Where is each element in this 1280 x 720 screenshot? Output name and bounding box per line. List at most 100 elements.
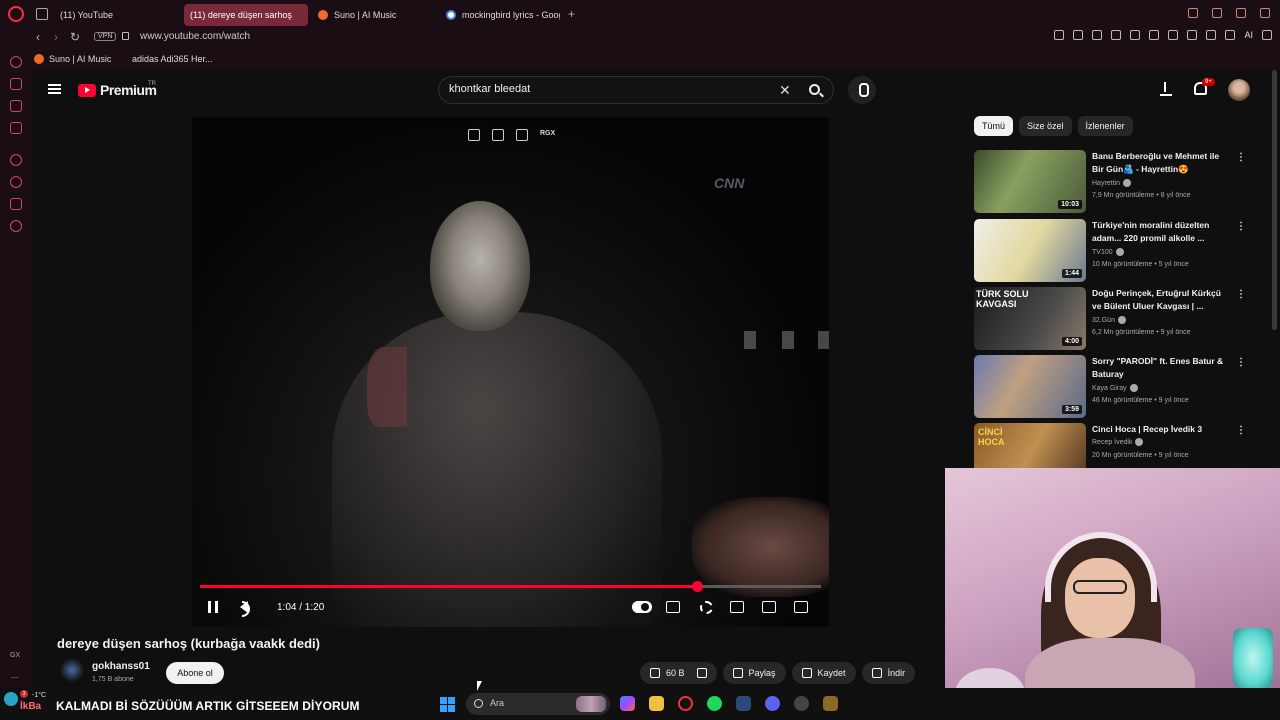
bookmark-suno[interactable]: Suno | AI Music: [34, 54, 111, 64]
shield-icon[interactable]: [1092, 30, 1103, 40]
rec-channel[interactable]: Hayrettin: [1092, 179, 1132, 187]
clear-search-icon[interactable]: ✕: [779, 82, 791, 99]
chip-all[interactable]: Tümü: [974, 116, 1014, 136]
rec-title[interactable]: Cinci Hoca | Recep İvedik 3: [1092, 423, 1230, 436]
tab-google[interactable]: mockingbird lyrics - Google: [440, 4, 560, 26]
fullscreen-icon[interactable]: [794, 601, 808, 613]
like-button[interactable]: 60 B: [640, 662, 717, 684]
bookmark-adidas[interactable]: adidas Adi365 Her...: [132, 54, 213, 64]
ai-button[interactable]: AI: [1244, 30, 1253, 40]
video-player[interactable]: CNN RGX 1:04 / 1:20: [192, 117, 829, 627]
taskbar-search[interactable]: Ara: [466, 693, 610, 715]
list-item[interactable]: 3:59 Sorry "PARODİ" ft. Enes Batur & Bat…: [974, 355, 1274, 419]
history-icon[interactable]: [10, 56, 22, 68]
more-icon[interactable]: ...: [11, 670, 19, 680]
rec-channel[interactable]: 32.Gün: [1092, 316, 1126, 324]
more-options-icon[interactable]: ⋮: [1236, 152, 1246, 163]
extension-icon[interactable]: [1149, 30, 1160, 40]
close-icon[interactable]: [1260, 8, 1270, 18]
back-icon[interactable]: ‹: [36, 30, 40, 44]
rec-channel[interactable]: Recep İvedik: [1092, 438, 1144, 446]
search-tabs-icon[interactable]: [1188, 8, 1198, 18]
progress-scrubber[interactable]: [691, 581, 703, 592]
rgx-button[interactable]: RGX: [540, 130, 555, 137]
search-icon[interactable]: [809, 84, 820, 95]
rec-title[interactable]: Banu Berberoğlu ve Mehmet ile Bir Gün🫂 -…: [1092, 150, 1230, 176]
tab-youtube[interactable]: (11) YouTube: [54, 4, 178, 26]
menu-icon[interactable]: [48, 84, 61, 94]
player-icon[interactable]: [10, 154, 22, 166]
list-item[interactable]: TÜRK SOLU KAVGASI 4:00 Doğu Perinçek, Er…: [974, 287, 1274, 351]
league-icon[interactable]: [823, 696, 838, 711]
copilot-icon[interactable]: [620, 696, 635, 711]
app-icon[interactable]: [794, 696, 809, 711]
create-icon[interactable]: [1160, 82, 1172, 96]
rec-channel[interactable]: Kaya Giray: [1092, 384, 1138, 392]
video-thumbnail[interactable]: 1:44: [974, 219, 1086, 282]
youtube-logo[interactable]: Premium: [78, 82, 157, 98]
pause-icon[interactable]: [208, 601, 218, 613]
vpn-badge[interactable]: VPN: [94, 32, 117, 41]
settings-icon[interactable]: [700, 601, 713, 614]
opera-gx-icon[interactable]: [678, 696, 693, 711]
tab-current-video[interactable]: (11) dereye düşen sarhoş: [184, 4, 308, 26]
download-icon[interactable]: [1225, 30, 1236, 40]
gx-label[interactable]: GX: [10, 652, 20, 659]
maximize-icon[interactable]: [1236, 8, 1246, 18]
thumbs-down-icon[interactable]: [696, 668, 707, 678]
next-icon[interactable]: [516, 129, 528, 141]
cast-icon[interactable]: [762, 601, 776, 613]
page-scrollbar[interactable]: [1272, 70, 1277, 330]
snapshot-icon[interactable]: [1073, 30, 1084, 40]
rec-title[interactable]: Türkiye'nin moralini düzelten adam... 22…: [1092, 219, 1230, 245]
lock-icon[interactable]: [122, 32, 129, 40]
more-options-icon[interactable]: ⋮: [1236, 221, 1246, 232]
opera-logo-icon[interactable]: [8, 6, 24, 22]
discord-icon[interactable]: [765, 696, 780, 711]
autoplay-toggle[interactable]: [632, 601, 652, 613]
voice-search-icon[interactable]: [848, 76, 876, 104]
save-button[interactable]: Kaydet: [791, 662, 856, 684]
steam-icon[interactable]: [736, 696, 751, 711]
exit-icon[interactable]: [492, 129, 504, 141]
video-thumbnail[interactable]: 3:59: [974, 355, 1086, 418]
progress-bar[interactable]: [200, 581, 821, 592]
tab-menu-icon[interactable]: [36, 8, 48, 20]
heart-icon[interactable]: [1130, 30, 1141, 40]
channel-avatar[interactable]: [60, 658, 84, 682]
profile-icon[interactable]: [1206, 30, 1217, 40]
puzzle-icon[interactable]: [10, 198, 22, 210]
miniplayer-icon[interactable]: [468, 129, 480, 141]
play-icon[interactable]: [1111, 30, 1122, 40]
more-options-icon[interactable]: ⋮: [1236, 289, 1246, 300]
reload-icon[interactable]: ↻: [70, 30, 80, 44]
chip-for-you[interactable]: Size özel: [1019, 116, 1072, 136]
download-button[interactable]: İndir: [861, 662, 916, 684]
video-thumbnail[interactable]: CİNCİ HOCA: [974, 423, 1086, 468]
extension-icon[interactable]: [1187, 30, 1198, 40]
share-button[interactable]: Paylaş: [722, 662, 786, 684]
video-thumbnail[interactable]: 10:03: [974, 150, 1086, 213]
rec-title[interactable]: Doğu Perinçek, Ertuğrul Kürkçü ve Bülent…: [1092, 287, 1230, 313]
search-input[interactable]: [449, 83, 749, 95]
spotify-icon[interactable]: [707, 696, 722, 711]
theater-mode-icon[interactable]: [730, 601, 744, 613]
extension-icon[interactable]: [1168, 30, 1179, 40]
shopping-icon[interactable]: [10, 78, 22, 90]
subscribe-button[interactable]: Abone ol: [166, 662, 224, 684]
more-options-icon[interactable]: ⋮: [1236, 425, 1246, 436]
list-item[interactable]: CİNCİ HOCA Cinci Hoca | Recep İvedik 3 R…: [974, 423, 1274, 468]
channel-name[interactable]: gokhanss01: [92, 661, 150, 672]
file-explorer-icon[interactable]: [649, 696, 664, 711]
more-options-icon[interactable]: ⋮: [1236, 357, 1246, 368]
new-tab-button[interactable]: +: [568, 8, 575, 20]
avatar[interactable]: [1228, 79, 1250, 101]
settings-icon[interactable]: [10, 220, 22, 232]
minimize-icon[interactable]: [1212, 8, 1222, 18]
gaming-icon[interactable]: [10, 100, 22, 112]
video-thumbnail[interactable]: TÜRK SOLU KAVGASI 4:00: [974, 287, 1086, 350]
rec-title[interactable]: Sorry "PARODİ" ft. Enes Batur & Baturay: [1092, 355, 1230, 381]
menu-icon[interactable]: [1262, 30, 1272, 40]
rec-channel[interactable]: TV100: [1092, 248, 1124, 256]
list-item[interactable]: 1:44 Türkiye'nin moralini düzelten adam.…: [974, 219, 1274, 283]
